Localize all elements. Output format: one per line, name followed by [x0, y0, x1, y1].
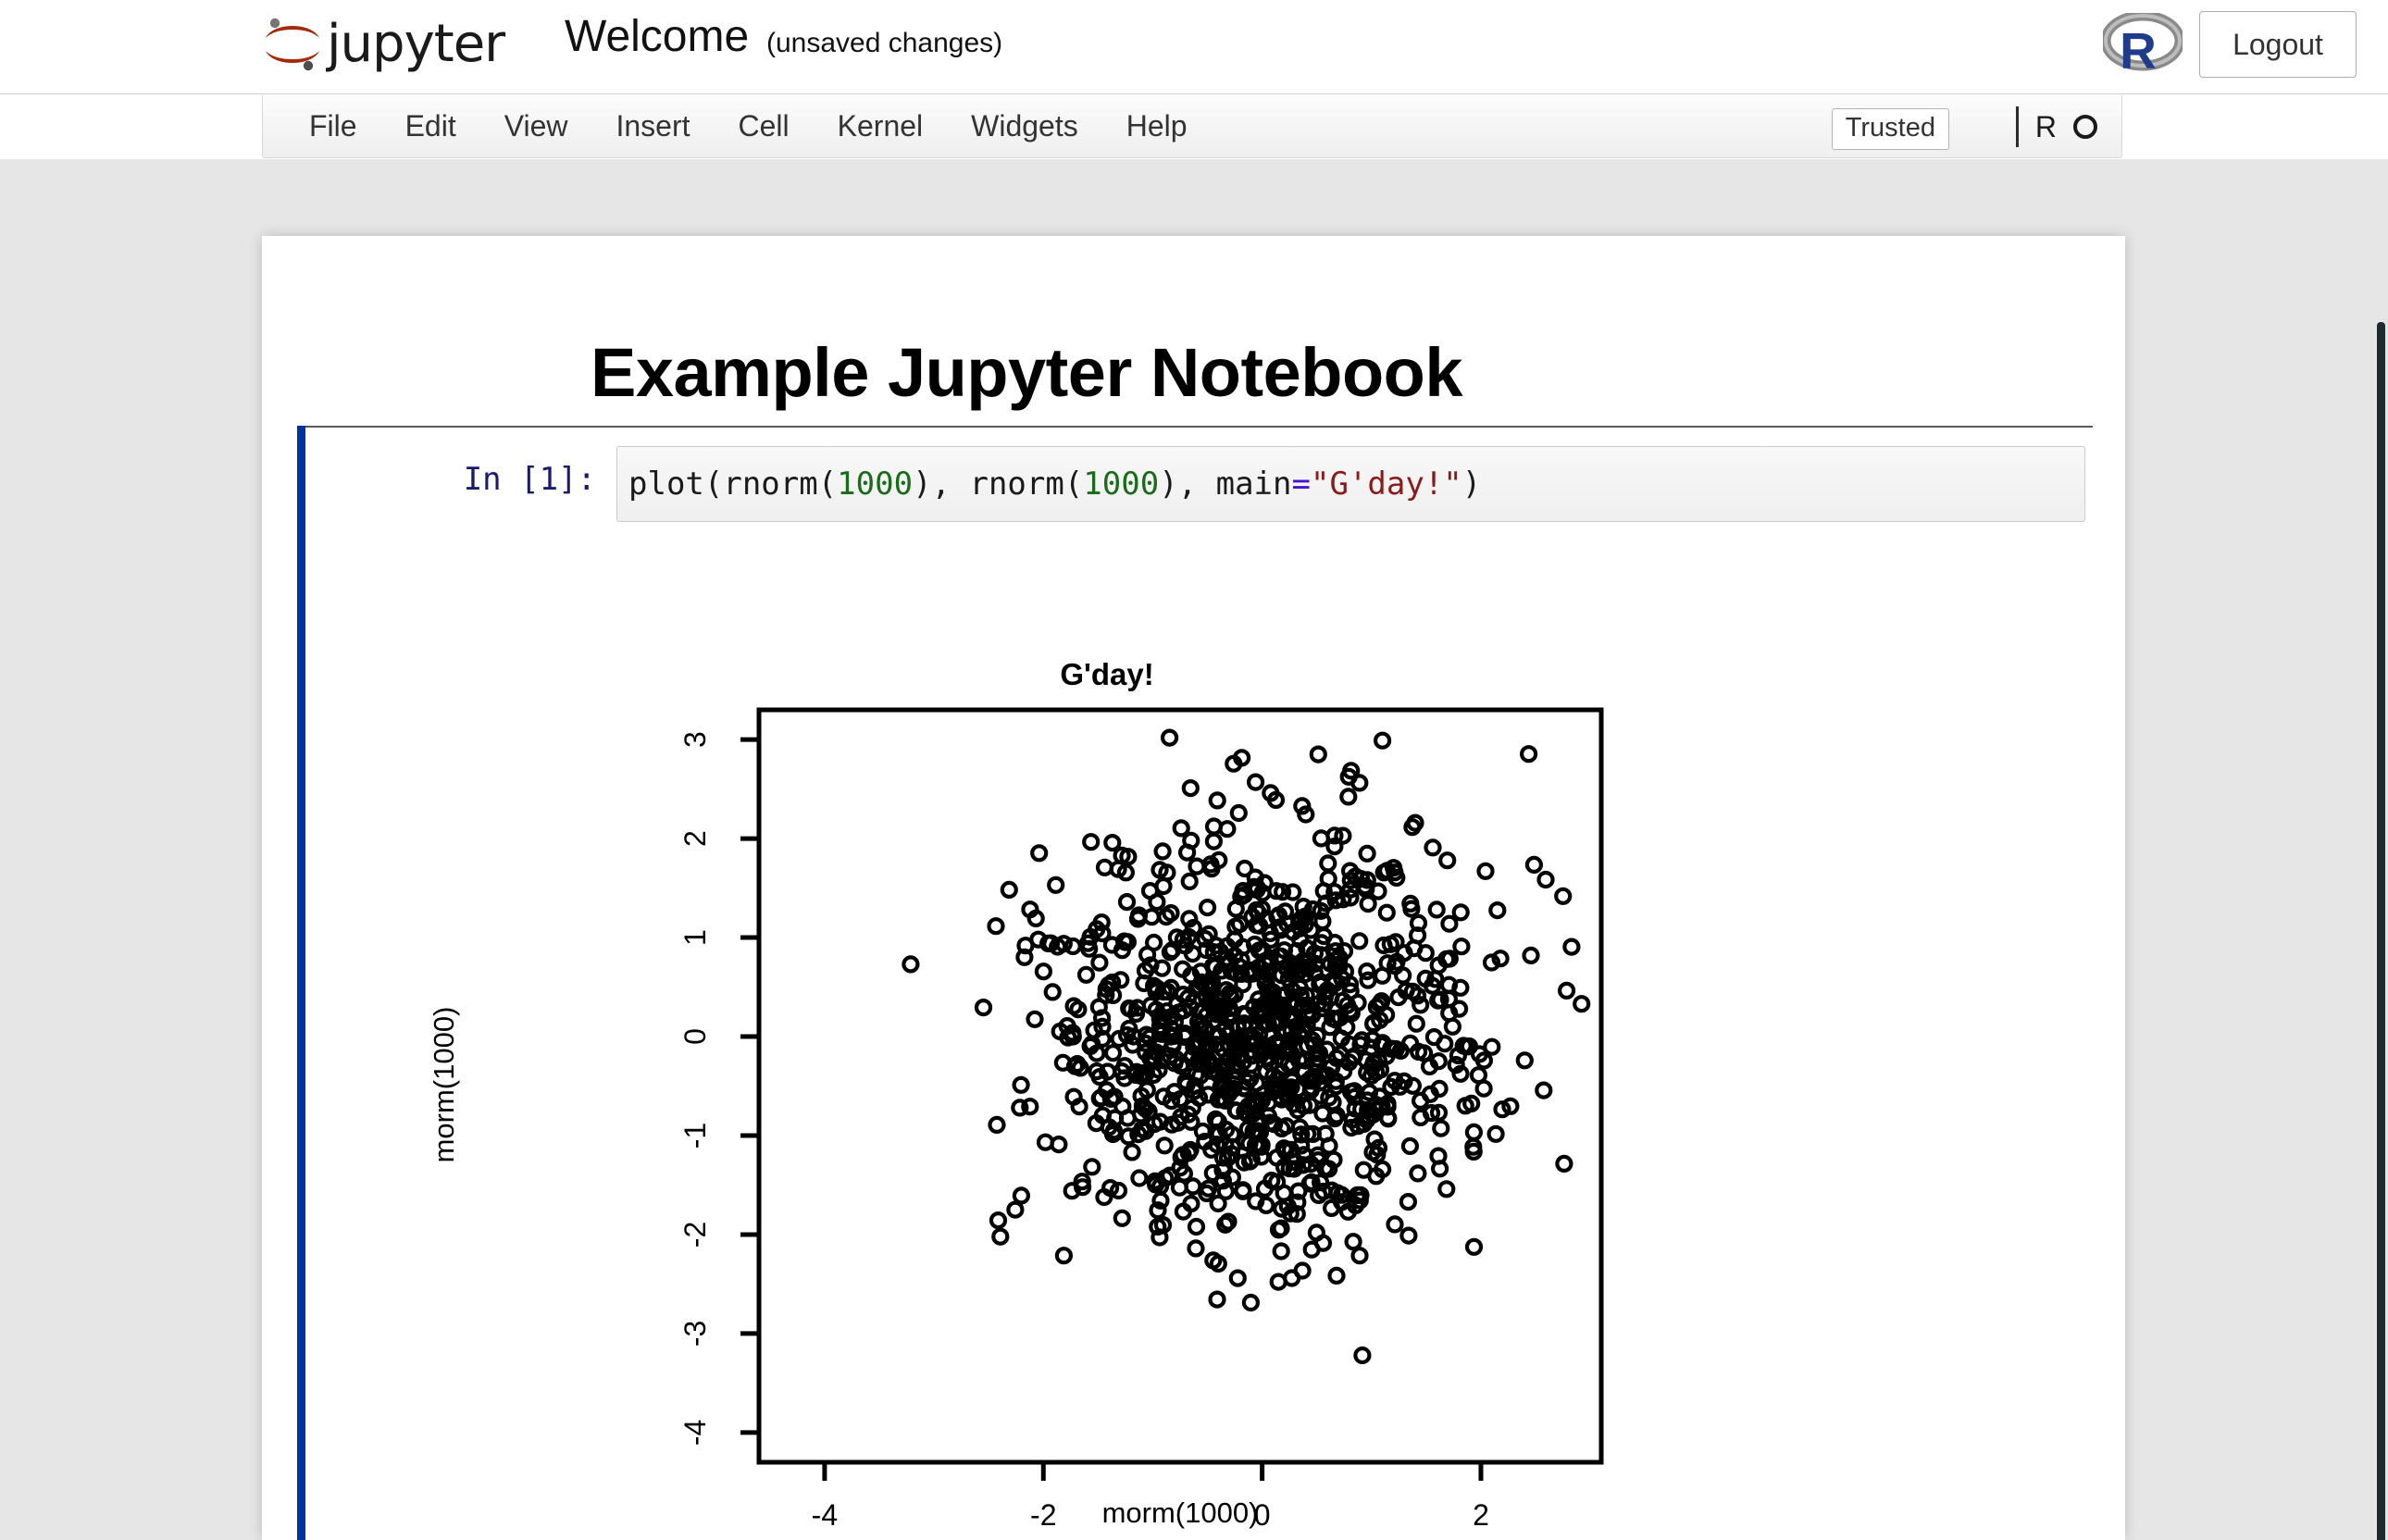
kernel-indicator-group: R — [2015, 103, 2097, 151]
code-token-number-2: 1000 — [1083, 465, 1160, 503]
menu-item-widgets[interactable]: Widgets — [947, 95, 1102, 157]
code-editor[interactable]: plot(rnorm(1000), rnorm(1000), main = "G'd… — [616, 446, 2085, 522]
menu-bar: File Edit View Insert Cell Kernel Widget… — [262, 95, 2122, 158]
notebook-panel: Example Jupyter Notebook In [1]: plot(rn… — [262, 236, 2125, 1540]
toolbar-divider — [2015, 106, 2019, 147]
code-token-equals: = — [1291, 465, 1311, 503]
svg-text:-2: -2 — [678, 1222, 712, 1248]
menu-item-kernel[interactable]: Kernel — [814, 95, 948, 157]
jupyter-brand-text: jupyter — [327, 14, 505, 74]
input-prompt: In [1]: — [463, 461, 596, 498]
save-status: (unsaved changes) — [766, 28, 1003, 58]
cell-output-area: G'day! -4 -2 0 2 3 2 1 0 -1 -2 -3 -4 morm(1000) mor… — [305, 539, 2093, 1540]
code-token-sep-1: ), rnorm( — [913, 465, 1084, 503]
code-token-main: ), main — [1159, 465, 1292, 503]
code-token-close-paren: ) — [1461, 465, 1482, 503]
svg-text:3: 3 — [678, 731, 712, 748]
code-cell[interactable]: In [1]: plot(rnorm(1000), rnorm(1000), m… — [297, 426, 2093, 1540]
menu-item-insert[interactable]: Insert — [591, 95, 714, 157]
jupyter-notebook-app: jupyter Welcome (unsaved changes) R Logo… — [0, 0, 2388, 1540]
svg-text:-3: -3 — [678, 1321, 712, 1347]
y-axis-label: morm(1000) — [428, 1007, 460, 1163]
trusted-badge[interactable]: Trusted — [1831, 108, 1949, 150]
menu-item-view[interactable]: View — [480, 95, 592, 157]
notebook-header: jupyter Welcome (unsaved changes) R Logo… — [0, 0, 2388, 94]
menu-item-help[interactable]: Help — [1102, 95, 1212, 157]
logout-button[interactable]: Logout — [2199, 11, 2357, 78]
r-scatter-plot: G'day! -4 -2 0 23210-1-2-3-4 morm(1000) mor… — [305, 539, 2093, 1540]
plot-title: G'day! — [1060, 657, 1153, 691]
code-cell-input-row: In [1]: plot(rnorm(1000), rnorm(1000), m… — [305, 446, 2093, 526]
svg-text:R: R — [2120, 22, 2157, 74]
x-axis-label: morm(1000) — [1102, 1497, 1259, 1529]
svg-text:2: 2 — [678, 830, 712, 847]
vertical-scrollbar[interactable] — [2375, 159, 2388, 1540]
scrollbar-thumb[interactable] — [2377, 322, 2385, 1540]
code-token-number-1: 1000 — [837, 465, 914, 503]
svg-text:-4: -4 — [678, 1420, 712, 1446]
jupyter-brand[interactable]: jupyter — [262, 7, 505, 81]
svg-text:-2: -2 — [1030, 1498, 1056, 1532]
svg-text:-4: -4 — [812, 1498, 838, 1532]
menu-item-edit[interactable]: Edit — [381, 95, 480, 157]
menu-item-file[interactable]: File — [285, 95, 381, 157]
cell-selection-indicator — [297, 426, 305, 1540]
page-title: Example Jupyter Notebook — [591, 334, 1463, 411]
svg-text:-1: -1 — [678, 1123, 712, 1149]
kernel-idle-circle-icon[interactable] — [2073, 115, 2097, 139]
code-token-plot: plot(rnorm( — [628, 465, 838, 503]
kernel-name-label: R — [2034, 109, 2057, 143]
r-logo-icon: R — [2103, 13, 2183, 74]
code-token-string: "G'day!" — [1310, 465, 1462, 503]
svg-text:2: 2 — [1473, 1498, 1489, 1532]
code-cell-body: In [1]: plot(rnorm(1000), rnorm(1000), m… — [305, 426, 2093, 1540]
svg-text:0: 0 — [678, 1028, 712, 1045]
svg-text:1: 1 — [678, 929, 712, 946]
menu-item-cell[interactable]: Cell — [715, 95, 814, 157]
notebook-name[interactable]: Welcome — [565, 15, 749, 59]
jupyter-logo-icon — [266, 18, 319, 71]
